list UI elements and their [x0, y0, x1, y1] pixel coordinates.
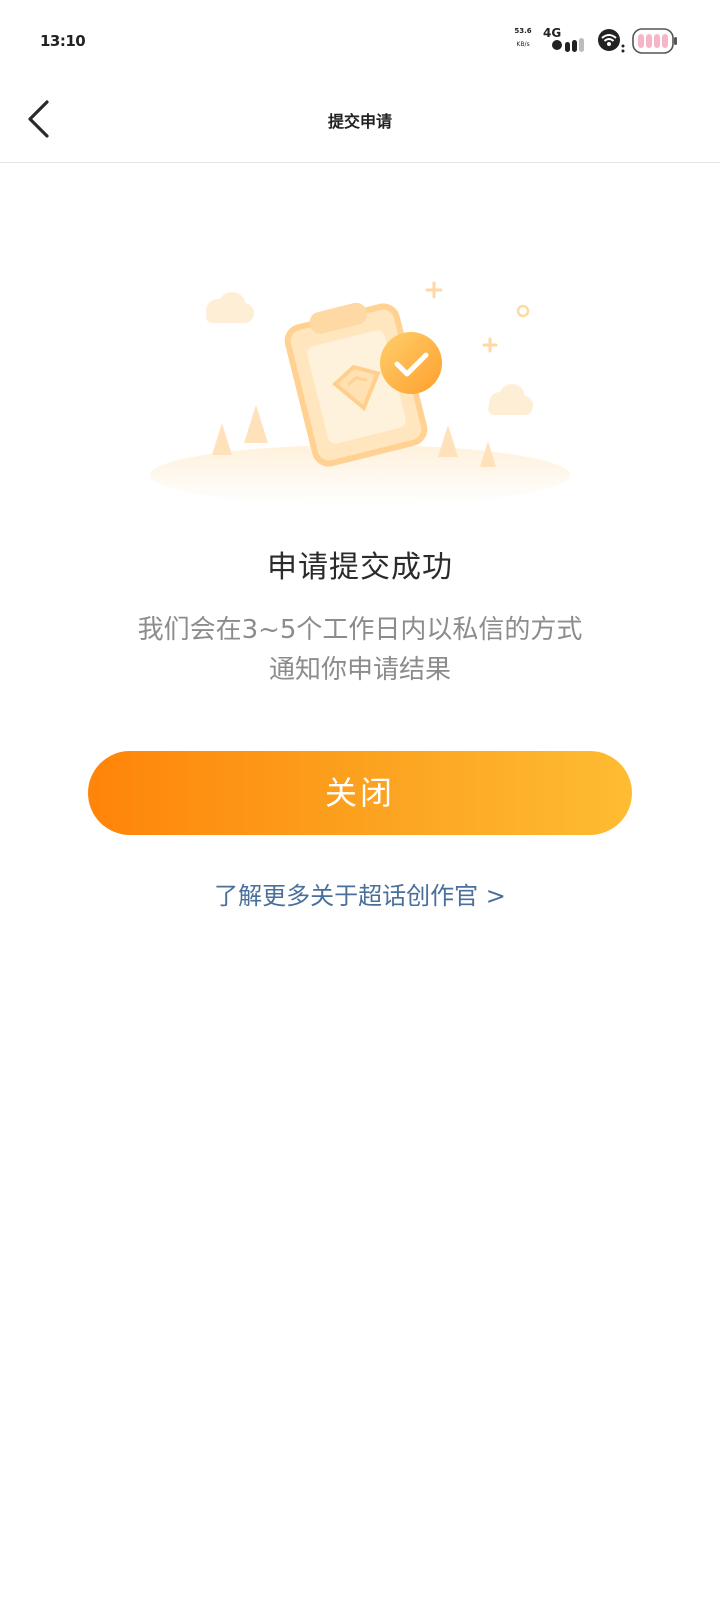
success-description-line: 我们会在3~5个工作日内以私信的方式	[137, 615, 583, 645]
learn-more-link[interactable]: 了解更多关于超话创作官 >	[0, 876, 720, 911]
network-speed-value: 53.6	[514, 27, 532, 35]
network-speed: 53.6 KB/s	[510, 28, 536, 48]
close-button[interactable]: 关闭	[88, 751, 632, 835]
success-description: 我们会在3~5个工作日内以私信的方式 通知你申请结果	[110, 610, 610, 690]
sparkle-icon	[516, 304, 530, 318]
page-title: 提交申请	[327, 112, 392, 131]
signal-icon	[552, 38, 584, 52]
sparkle-icon	[482, 337, 498, 353]
network-speed-unit: KB/s	[516, 41, 530, 48]
success-title: 申请提交成功	[267, 550, 453, 585]
cloud-icon	[206, 292, 254, 323]
wifi-icon	[598, 29, 625, 53]
tree-icon	[244, 405, 268, 443]
tree-icon	[438, 425, 458, 457]
check-badge-icon	[380, 332, 442, 394]
navigation-bar: 提交申请	[0, 80, 720, 162]
clipboard-check-illustration	[150, 281, 570, 505]
sparkle-icon	[425, 281, 443, 299]
status-bar: 13:10 53.6 KB/s 4G	[0, 0, 720, 80]
nav-divider	[0, 162, 720, 163]
status-time: 13:10	[40, 32, 86, 50]
cloud-icon	[488, 384, 533, 415]
battery-icon	[632, 28, 677, 54]
tree-icon	[212, 423, 232, 455]
success-description-line: 通知你申请结果	[268, 655, 451, 685]
